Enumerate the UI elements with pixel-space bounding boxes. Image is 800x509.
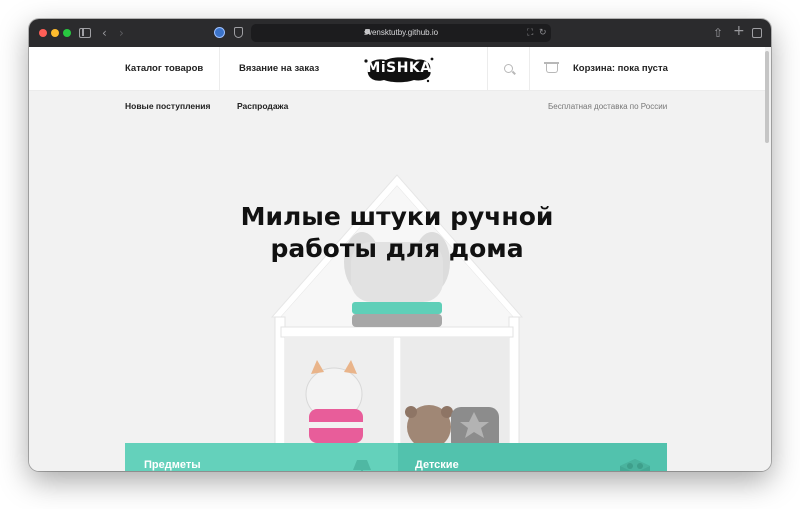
minimize-window-button[interactable]	[51, 29, 59, 37]
privacy-shield-icon[interactable]	[234, 27, 243, 38]
nav-custom-knitting-link[interactable]: Вязание на заказ	[239, 63, 319, 75]
header-divider	[487, 47, 488, 91]
hero-title: Милые штуки ручной работы для дома	[197, 201, 597, 265]
sale-link[interactable]: Распродажа	[237, 101, 288, 112]
share-icon[interactable]: ⇧	[713, 26, 723, 40]
new-tab-icon[interactable]: +	[733, 24, 745, 38]
header-divider	[219, 47, 220, 91]
category-tile-toys[interactable]: Детские игрушки	[398, 443, 667, 471]
translate-icon[interactable]: ⛶	[527, 27, 533, 38]
address-bar[interactable]: svensktutby.github.io ⛶ ↻	[251, 24, 551, 42]
hero-section: Милые штуки ручной работы для дома Предм…	[29, 122, 765, 471]
cart-icon[interactable]	[544, 62, 559, 73]
blocks-icon	[620, 459, 650, 471]
nav-catalog-link[interactable]: Каталог товаров	[125, 63, 203, 75]
category-label-toys: Детские игрушки	[415, 459, 459, 471]
back-arrow-icon[interactable]: ‹	[102, 26, 107, 40]
site-logo[interactable]: MiSHKA	[364, 55, 434, 83]
reload-icon[interactable]: ↻	[539, 27, 547, 38]
category-label-interior: Предметы интерьера	[144, 459, 201, 471]
browser-titlebar: ‹ › svensktutby.github.io ⛶ ↻ ⇧ +	[29, 19, 771, 47]
forward-arrow-icon[interactable]: ›	[119, 26, 124, 40]
sidebar-toggle-icon[interactable]	[79, 28, 91, 38]
logo-text: MiSHKA	[366, 60, 432, 76]
browser-window: ‹ › svensktutby.github.io ⛶ ↻ ⇧ + Милые …	[29, 19, 771, 471]
lamp-icon	[353, 460, 371, 471]
cart-label[interactable]: Корзина: пока пуста	[573, 63, 668, 75]
sub-navigation: Новые поступления Распродажа Бесплатная …	[29, 92, 765, 122]
page-viewport: Милые штуки ручной работы для дома Предм…	[29, 47, 771, 471]
hero-title-line-2: работы для дома	[270, 234, 524, 263]
close-window-button[interactable]	[39, 29, 47, 37]
tab-overview-icon[interactable]	[752, 28, 762, 38]
search-icon[interactable]	[504, 64, 513, 73]
profile-icon[interactable]	[214, 27, 225, 38]
header-divider	[529, 47, 530, 91]
site-header: Каталог товаров Вязание на заказ MiSHKA …	[29, 47, 765, 91]
zoom-window-button[interactable]	[63, 29, 71, 37]
hero-title-line-1: Милые штуки ручной	[240, 202, 554, 231]
url-text: svensktutby.github.io	[363, 28, 439, 37]
category-tile-interior[interactable]: Предметы интерьера	[125, 443, 398, 471]
page-scrollbar[interactable]	[765, 51, 769, 143]
new-arrivals-link[interactable]: Новые поступления	[125, 101, 210, 112]
free-shipping-note: Бесплатная доставка по России	[548, 102, 668, 111]
hero-illustration	[270, 174, 524, 468]
